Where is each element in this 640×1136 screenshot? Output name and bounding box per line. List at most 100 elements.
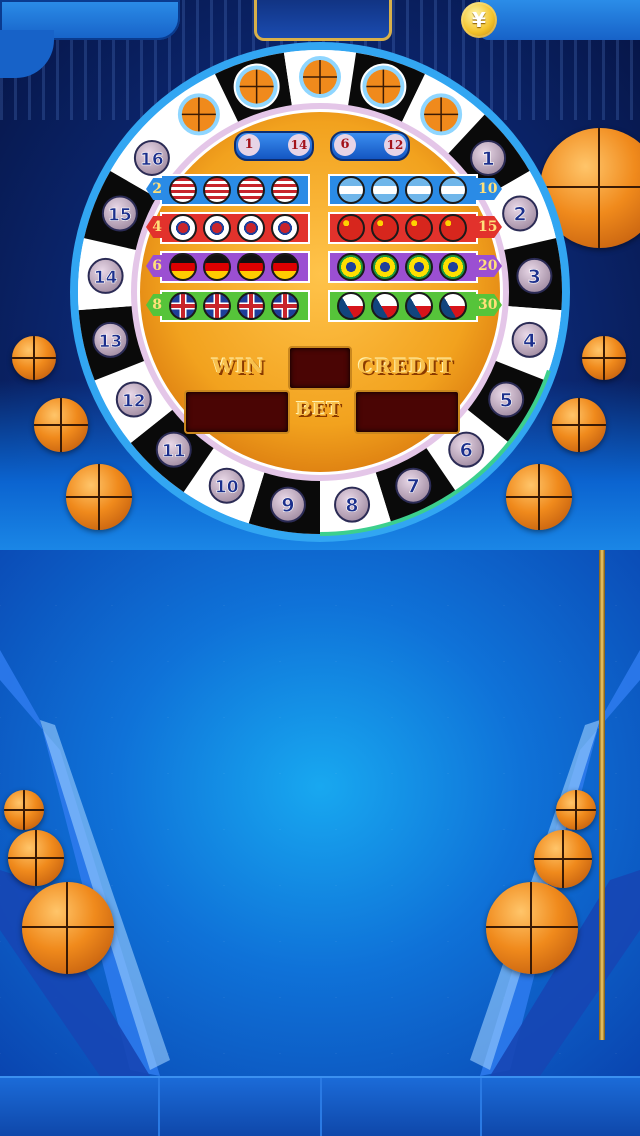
germany-flag-icon [169, 253, 197, 281]
brazil-flag-icon [439, 253, 467, 281]
korea-flag-icon [237, 214, 265, 242]
brazil-flag-icon [337, 253, 365, 281]
bonus-capsule-right: 6 12 [330, 131, 410, 161]
game-screen: ¥ 1 2 3 4 5 6 7 8 9 10 11 12 13 14 15 16 1 14 6 [0, 0, 640, 1136]
wheel-number-3: 3 [516, 257, 553, 294]
usa-flag-icon [271, 176, 299, 204]
usa-flag-icon [237, 176, 265, 204]
wheel-number-label: 2 [514, 203, 527, 225]
brazil-flag-icon [371, 253, 399, 281]
credit-label: CREDIT [358, 354, 454, 378]
wheel-number-6: 6 [448, 431, 485, 468]
uk-flag-icon [237, 292, 265, 320]
china-flag-icon [337, 214, 365, 242]
wheel-ball-slot [175, 91, 222, 138]
czech-flag-icon [405, 292, 433, 320]
wheel-number-label: 13 [99, 332, 123, 352]
wheel-ball-slot [233, 63, 280, 110]
progress-rail [599, 550, 605, 1040]
win-display [184, 390, 290, 434]
bet-row-left[interactable] [160, 290, 310, 322]
basketball-decor [506, 464, 572, 530]
basketball-decor [556, 790, 596, 830]
wheel-ball-slot [297, 54, 343, 100]
bonus-right-a: 6 [334, 134, 356, 156]
win-label: WIN [212, 354, 266, 378]
bet-row-right[interactable] [328, 174, 478, 206]
bet-row-right[interactable] [328, 212, 478, 244]
bottom-control-bar[interactable] [0, 1076, 640, 1136]
argentina-flag-icon [405, 176, 433, 204]
bonus-right-b: 12 [384, 134, 406, 156]
china-flag-icon [439, 214, 467, 242]
czech-flag-icon [439, 292, 467, 320]
wheel-ball-slot [418, 91, 465, 138]
bonus-capsule-left: 1 14 [234, 131, 314, 161]
bonus-left-a: 1 [238, 134, 260, 156]
bet-row-right[interactable] [328, 251, 478, 283]
wheel-number-label: 4 [523, 330, 536, 352]
basketball-decor [66, 464, 132, 530]
wheel-number-label: 12 [122, 392, 146, 412]
wheel-number-11: 11 [155, 431, 192, 468]
bet-row-left[interactable] [160, 212, 310, 244]
bet-label: BET [296, 399, 342, 420]
wheel-number-5: 5 [488, 381, 525, 418]
wheel-number-label: 16 [140, 150, 164, 170]
wheel-number-label: 3 [528, 266, 541, 288]
korea-flag-icon [271, 214, 299, 242]
argentina-flag-icon [439, 176, 467, 204]
footer-divider [158, 1078, 160, 1136]
germany-flag-icon [203, 253, 231, 281]
uk-flag-icon [169, 292, 197, 320]
basketball-decor [22, 882, 114, 974]
china-flag-icon [371, 214, 399, 242]
uk-flag-icon [203, 292, 231, 320]
wheel-number-4: 4 [511, 321, 548, 358]
basketball-decor [582, 336, 626, 380]
wheel-number-9: 9 [269, 486, 306, 523]
wheel-number-16: 16 [133, 139, 170, 176]
czech-flag-icon [371, 292, 399, 320]
korea-flag-icon [203, 214, 231, 242]
germany-flag-icon [271, 253, 299, 281]
basketball-decor [534, 830, 592, 888]
czech-flag-icon [337, 292, 365, 320]
wheel-number-10: 10 [208, 467, 245, 504]
wheel-number-label: 10 [215, 478, 239, 498]
wheel-number-1: 1 [470, 139, 507, 176]
credit-display [354, 390, 460, 434]
bonus-left-b: 14 [288, 134, 310, 156]
footer-divider [320, 1078, 322, 1136]
center-display [288, 346, 352, 390]
bet-row-left[interactable] [160, 174, 310, 206]
footer-divider [480, 1078, 482, 1136]
wheel-number-13: 13 [92, 321, 129, 358]
bet-row-right[interactable] [328, 290, 478, 322]
china-flag-icon [405, 214, 433, 242]
wheel-number-14: 14 [87, 257, 124, 294]
basketball-decor [552, 398, 606, 452]
wheel-number-label: 9 [281, 495, 294, 517]
wheel-number-label: 15 [108, 205, 132, 225]
wheel-number-2: 2 [502, 195, 539, 232]
wheel-number-8: 8 [334, 486, 371, 523]
wheel-number-label: 1 [481, 148, 494, 170]
basketball-decor [8, 830, 64, 886]
usa-flag-icon [169, 176, 197, 204]
wheel-number-label: 5 [500, 390, 513, 412]
basketball-decor [486, 882, 578, 974]
bet-row-left[interactable] [160, 251, 310, 283]
wheel-number-label: 8 [345, 495, 358, 517]
wheel-ball-slot [360, 63, 407, 110]
argentina-flag-icon [337, 176, 365, 204]
argentina-flag-icon [371, 176, 399, 204]
play-area[interactable] [0, 550, 640, 1076]
uk-flag-icon [271, 292, 299, 320]
wheel-number-15: 15 [101, 195, 138, 232]
wheel-number-label: 7 [407, 476, 420, 498]
korea-flag-icon [169, 214, 197, 242]
basketball-decor [12, 336, 56, 380]
wheel-number-7: 7 [395, 467, 432, 504]
usa-flag-icon [203, 176, 231, 204]
